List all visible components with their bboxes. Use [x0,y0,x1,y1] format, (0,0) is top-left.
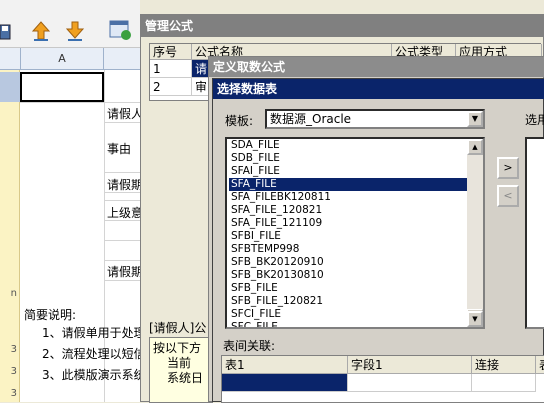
define-formula-title[interactable]: 定义取数公式 [209,57,544,77]
cell-note-1[interactable]: 1、请假单用于处理 [42,324,140,341]
spreadsheet[interactable]: A n 3 3 3 请假人 事由 请假期 上级意 请假期 简要说明: 1、请假单… [0,48,140,402]
scroll-down-icon[interactable]: ▼ [467,311,483,327]
download-icon[interactable] [64,20,86,42]
list-item[interactable]: SFBTEMP998 [229,243,467,256]
column-header-row: A [0,48,140,70]
list-item[interactable]: SFBI_FILE [229,230,467,243]
list-item[interactable]: SDA_FILE [229,139,467,152]
column-header-a[interactable]: A [20,48,104,70]
manage-formula-title[interactable]: 管理公式 [141,15,544,37]
list-item[interactable]: SFB_BK20120910 [229,256,467,269]
col-header-no[interactable]: 序号 [150,44,192,60]
list-item[interactable]: SFC_FILE [229,321,467,327]
col-header-join[interactable]: 连接 [472,356,536,374]
relation-grid[interactable]: 表1 字段1 连接 表 [221,355,544,403]
info-line: 系统日 [167,371,204,385]
list-item[interactable]: SFB_FILE_120821 [229,295,467,308]
move-left-button[interactable]: < [497,185,519,207]
template-label: 模板: [225,114,254,128]
row-header-strip: n 3 3 3 [0,70,20,402]
cell-leave-person[interactable]: 请假人 [107,105,140,122]
list-item[interactable]: SFCI_FILE [229,308,467,321]
cell-leave-period-2[interactable]: 请假期 [107,263,140,280]
cell-note-2[interactable]: 2、流程处理以短信 [42,345,140,362]
selected-tables-list[interactable] [525,137,544,329]
table-list[interactable]: SDA_FILE SDB_FILE SFAI_FILE SFA_FILE SFA… [225,137,485,329]
table-row-no[interactable]: 2 [150,78,192,96]
table-list-scrollbar[interactable]: ▲ ▼ [467,139,483,327]
row-number: 3 [10,388,17,399]
col-header-table2[interactable]: 表 [536,356,544,374]
formula-manager-icon[interactable] [108,18,131,40]
chevron-down-icon[interactable]: ▼ [467,111,483,127]
row-number: 3 [10,344,17,355]
col-header-table1[interactable]: 表1 [222,356,348,374]
toolbar [0,0,140,48]
relation-label: 表间关联: [223,339,276,353]
row-header-selected[interactable] [0,72,20,102]
selected-tables-label: 选用 [525,113,544,127]
list-item[interactable]: SFB_BK20130810 [229,269,467,282]
upload-icon[interactable] [30,20,52,42]
list-item[interactable]: SFA_FILEBK120811 [229,191,467,204]
formula-section-label: [请假人]公 [149,321,207,335]
cell-brief-label[interactable]: 简要说明: [24,306,76,323]
row-number: 3 [10,366,17,377]
table-cell[interactable] [348,374,472,392]
list-item[interactable]: SFA_FILE_120821 [229,204,467,217]
template-value: 数据源_Oracle [270,112,352,126]
scroll-up-icon[interactable]: ▲ [467,139,483,155]
cell-reason[interactable]: 事由 [107,140,131,157]
table-cell[interactable] [472,374,536,392]
select-table-title[interactable]: 选择数据表 [213,79,544,99]
select-table-dialog: 选择数据表 模板: 数据源_Oracle ▼ SDA_FILE SDB_FILE… [212,78,544,403]
save-icon[interactable] [0,22,12,44]
list-item[interactable]: SDB_FILE [229,152,467,165]
list-item[interactable]: SFA_FILE_121109 [229,217,467,230]
formula-info-box: 按以下方 当前 系统日 [149,337,213,403]
template-dropdown[interactable]: 数据源_Oracle ▼ [265,109,485,129]
table-row-no[interactable]: 1 [150,60,192,78]
list-item-selected[interactable]: SFA_FILE [229,178,467,191]
selected-cell[interactable] [20,72,104,102]
list-item[interactable]: SFB_FILE [229,282,467,295]
table-row-selected[interactable] [222,374,348,392]
info-line: 按以下方 [153,341,202,355]
info-line: 当前 [167,356,192,370]
cell-leave-period[interactable]: 请假期 [107,176,140,193]
move-right-button[interactable]: > [497,157,519,179]
col-header-field1[interactable]: 字段1 [348,356,472,374]
row-number: n [10,288,17,299]
cell-superior-opinion[interactable]: 上级意 [107,204,140,221]
list-item[interactable]: SFAI_FILE [229,165,467,178]
cell-note-3[interactable]: 3、此模版演示系统 [42,366,140,383]
